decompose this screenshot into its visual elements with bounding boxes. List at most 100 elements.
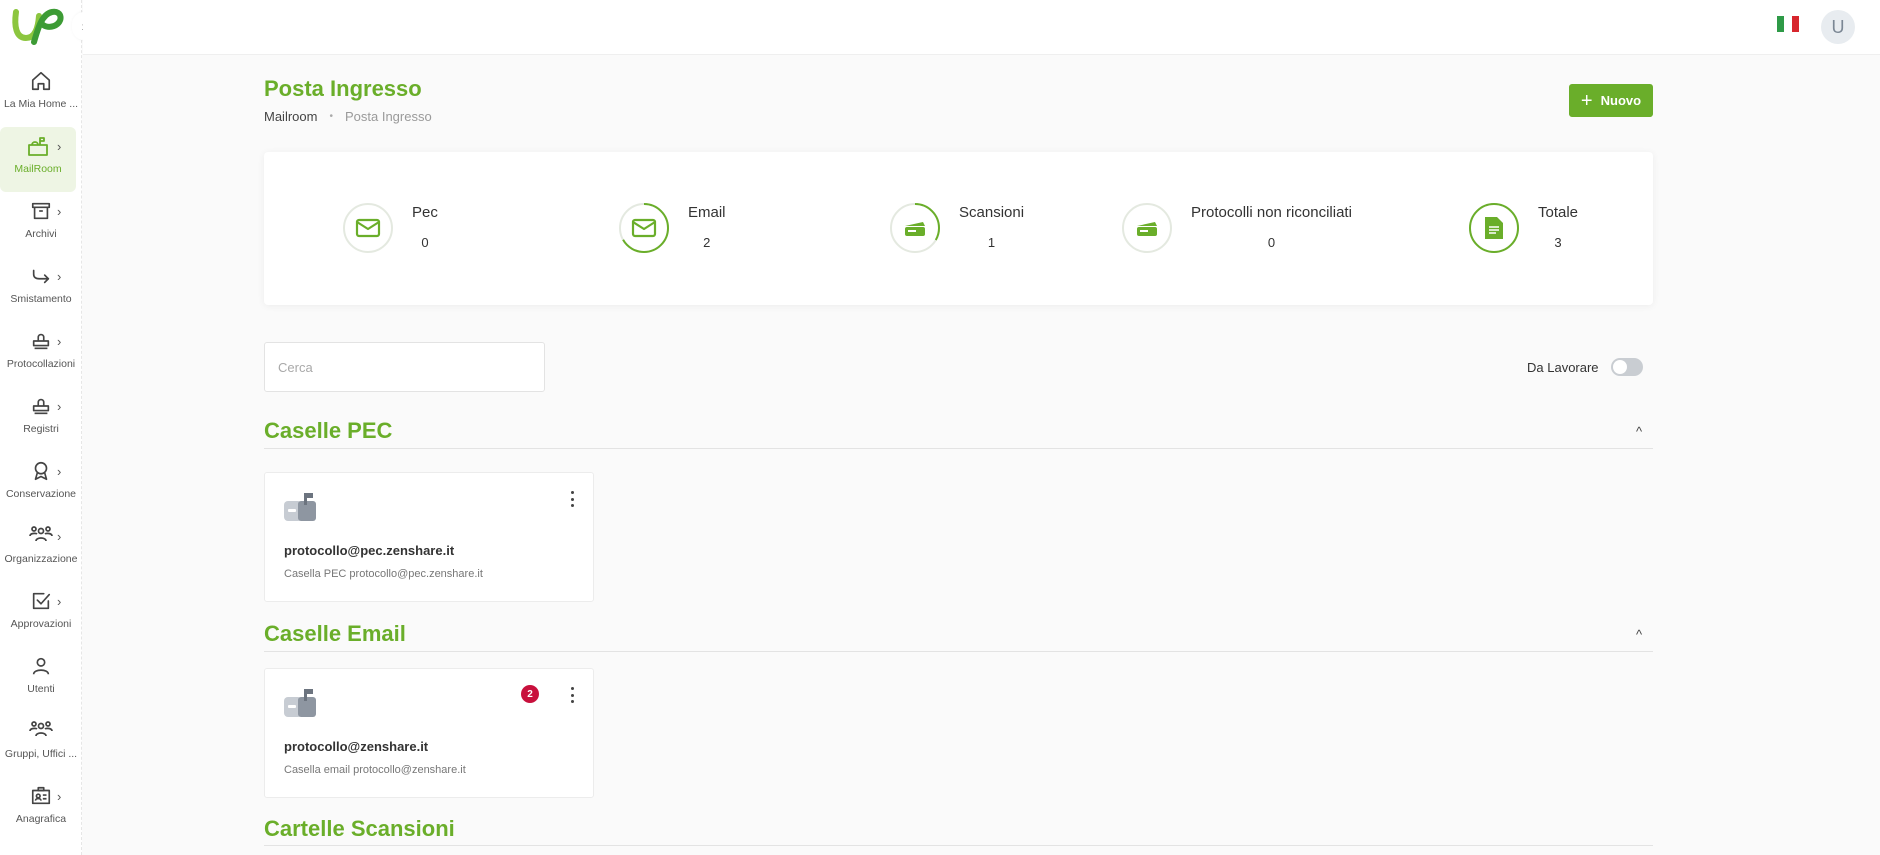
sidebar-item-smistamento[interactable]: › Smistamento [0,257,82,322]
home-icon [28,68,54,94]
forward-arrow-icon [28,263,54,289]
unread-count-badge: 2 [521,685,539,703]
envelope-icon [355,218,381,238]
new-button-label: Nuovo [1600,93,1642,108]
breadcrumb-separator: • [329,111,333,122]
sidebar-item-label: Registri [23,423,59,435]
chevron-right-icon: › [57,269,62,284]
stats-card: Pec 0 Email 2 Scansioni 1 Protocolli non… [264,152,1653,305]
breadcrumb: Mailroom • Posta Ingresso [264,109,432,124]
organization-icon [28,523,54,549]
stat-scansioni[interactable]: Scansioni 1 [889,202,1024,254]
sidebar-item-label: Conservazione [5,488,77,500]
group-icon [28,718,54,744]
sidebar-item-mailroom[interactable]: › MailRoom [0,127,76,192]
chevron-right-icon: › [57,334,62,349]
sidebar-item-label: Utenti [27,683,55,695]
top-bar: U [83,0,1880,55]
avatar[interactable]: U [1821,10,1855,44]
sidebar-item-utenti[interactable]: Utenti [0,647,82,712]
section-title-cartelle-scansioni: Cartelle Scansioni [264,816,455,841]
stat-label: Email [688,204,726,221]
chevron-right-icon: › [57,529,62,544]
stat-value: 2 [703,235,711,250]
sidebar-item-anagrafica[interactable]: › Anagrafica [0,777,82,842]
plus-icon: + [1580,89,1593,112]
checkbox-icon [28,588,54,614]
search-input[interactable] [264,342,545,392]
stat-label: Scansioni [959,204,1025,221]
sidebar-item-gruppi-uffici[interactable]: Gruppi, Uffici ... [0,712,82,777]
toggle-knob [1612,360,1627,374]
mailbox-icon [284,491,320,528]
stat-value: 3 [1554,235,1562,250]
sidebar-item-label: Organizzazione [4,553,78,565]
sidebar-item-approvazioni[interactable]: › Approvazioni [0,582,82,647]
mailbox-card-pec[interactable]: protocollo@pec.zenshare.it Casella PEC p… [264,472,594,602]
stat-ring [1468,202,1520,254]
sidebar-item-label: Anagrafica [15,813,67,825]
stat-pec[interactable]: Pec 0 [342,202,438,254]
chevron-right-icon: › [57,594,62,609]
stat-totale[interactable]: Totale 3 [1468,202,1578,254]
stat-value: 1 [987,235,996,250]
sidebar-item-label: MailRoom [14,163,62,175]
chevron-right-icon: › [57,204,62,219]
app-logo[interactable] [8,4,68,48]
mailbox-address: protocollo@zenshare.it [284,739,429,754]
mailbox-icon [284,687,320,724]
section-title-caselle-pec: Caselle PEC [264,418,393,443]
more-vertical-icon[interactable] [567,685,577,705]
mailbox-icon [25,133,51,159]
stat-ring [1121,202,1173,254]
user-icon [28,653,54,679]
stat-value: 0 [1267,235,1276,250]
archive-icon [28,198,54,224]
breadcrumb-item-mailroom[interactable]: Mailroom [264,109,317,124]
stat-email[interactable]: Email 2 [618,202,726,254]
italian-flag-icon[interactable] [1777,16,1799,32]
mailbox-card-email[interactable]: 2 protocollo@zenshare.it Casella email p… [264,668,594,798]
sidebar-item-label: Gruppi, Uffici ... [4,748,78,760]
stat-label: Pec [412,204,438,221]
da-lavorare-filter: Da Lavorare [1527,358,1643,376]
id-card-icon [28,783,54,809]
sidebar-item-conservazione[interactable]: › Conservazione [0,452,82,517]
sidebar-item-label: Smistamento [10,293,72,305]
chevron-right-icon: › [57,139,62,154]
envelope-icon [631,218,657,238]
section-title-caselle-email: Caselle Email [264,621,406,646]
mailbox-description: Casella PEC protocollo@pec.zenshare.it [284,568,483,580]
stat-ring [342,202,394,254]
sidebar-item-label: Archivi [25,228,57,240]
sidebar-nav: La Mia Home ... › MailRoom › Archivi › S… [0,62,82,842]
breadcrumb-item-current: Posta Ingresso [344,109,432,124]
stat-label: Protocolli non riconciliati [1191,204,1352,221]
more-vertical-icon[interactable] [567,489,577,509]
sidebar-item-label: Approvazioni [10,618,72,630]
sidebar-item-archivi[interactable]: › Archivi [0,192,82,257]
stat-ring [889,202,941,254]
sidebar-item-label: Protocollazioni [6,358,76,370]
sidebar-item-registri[interactable]: › Registri [0,387,82,452]
chevron-right-icon: › [57,789,62,804]
stat-protocolli-non-riconciliati[interactable]: Protocolli non riconciliati 0 [1121,202,1352,254]
chevron-right-icon: › [57,464,62,479]
stat-label: Totale [1538,204,1579,221]
sidebar-item-organizzazione[interactable]: › Organizzazione [0,517,82,582]
stamp-icon [28,393,54,419]
chevron-right-icon: › [57,399,62,414]
new-button[interactable]: + Nuovo [1569,84,1653,117]
mailbox-address: protocollo@pec.zenshare.it [284,543,455,558]
page-title: Posta Ingresso [264,76,422,101]
sidebar-item-label: La Mia Home ... [3,98,79,110]
sidebar-item-protocollazioni[interactable]: › Protocollazioni [0,322,82,387]
collapse-caret-icon[interactable]: ^ [1636,424,1642,439]
stat-ring [618,202,670,254]
section-divider [264,845,1653,846]
sidebar-item-home[interactable]: La Mia Home ... [0,62,82,127]
section-divider [264,651,1653,652]
scanner-icon [905,222,925,236]
collapse-caret-icon[interactable]: ^ [1636,627,1642,642]
da-lavorare-toggle[interactable] [1610,358,1643,376]
